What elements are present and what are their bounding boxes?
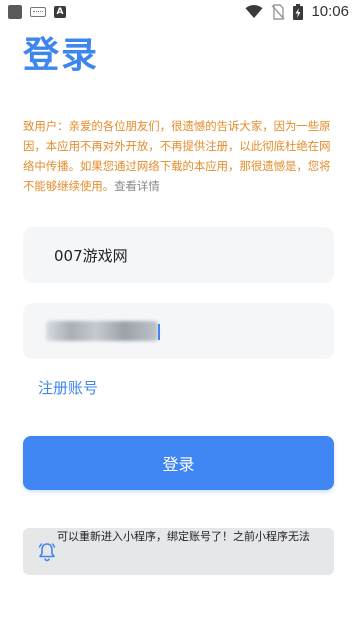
app-square-icon — [8, 5, 22, 19]
status-left-icons: A — [8, 5, 66, 19]
no-sim-icon — [271, 3, 285, 20]
username-input[interactable] — [23, 227, 334, 283]
battery-charging-icon — [293, 3, 304, 20]
announcement-bar: 可以重新进入小程序，绑定账号了！之前小程序无法 — [23, 528, 334, 575]
notice-text: 致用户：亲爱的各位朋友们，很遗憾的告诉大家，因为一些原因，本应用不再对外开放，不… — [23, 119, 331, 193]
status-time: 10:06 — [311, 3, 349, 20]
password-masked-value — [46, 321, 158, 341]
register-account-link[interactable]: 注册账号 — [38, 377, 98, 398]
status-bar: A 10:06 — [0, 0, 357, 24]
status-right-icons: 10:06 — [245, 3, 349, 20]
notice-text-block: 致用户：亲爱的各位朋友们，很遗憾的告诉大家，因为一些原因，本应用不再对外开放，不… — [23, 116, 339, 196]
wifi-icon — [245, 4, 263, 18]
announcement-text: 可以重新进入小程序，绑定账号了！之前小程序无法 — [57, 530, 310, 543]
login-button[interactable]: 登录 — [23, 436, 334, 490]
bell-icon — [38, 543, 56, 562]
a-letter-icon: A — [54, 6, 66, 18]
page-title: 登录 — [23, 35, 100, 76]
text-cursor — [158, 324, 160, 340]
view-details-link[interactable]: 查看详情 — [114, 179, 160, 193]
password-input[interactable] — [23, 303, 334, 359]
keyboard-icon — [30, 7, 46, 17]
